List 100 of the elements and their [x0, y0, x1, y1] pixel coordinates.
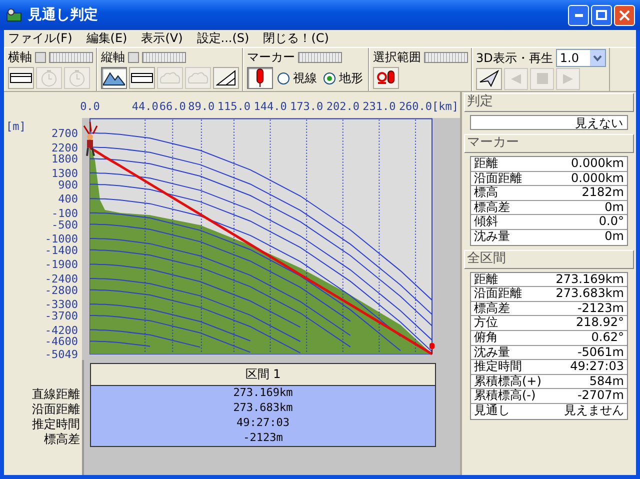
tool-button[interactable]	[373, 67, 399, 90]
radio-circle-icon	[323, 72, 336, 85]
radio-button[interactable]: 地形	[321, 70, 365, 86]
loop-pin-icon	[376, 70, 396, 86]
info-label: 沿面距離	[474, 172, 522, 186]
row-value: 273.683km	[232, 401, 294, 416]
close-button[interactable]	[614, 4, 635, 26]
radio-button[interactable]: 視線	[275, 70, 319, 86]
info-value: 0.0°	[598, 215, 624, 229]
menu-item[interactable]: 表示(V)	[141, 31, 183, 46]
clock-icon	[68, 69, 86, 88]
axis-tick-label: 231.0	[362, 100, 396, 113]
row-value: -2123m	[242, 431, 284, 446]
menu-item[interactable]: 閉じる！(C)	[263, 31, 329, 46]
maximize-icon	[596, 10, 607, 20]
toggle-button[interactable]	[35, 52, 46, 64]
hiker-icon	[83, 121, 98, 157]
axis-tick-label: 144.0	[254, 100, 287, 113]
info-value: -2707m	[577, 389, 624, 403]
tool-button[interactable]	[213, 67, 239, 90]
info-value: 0m	[604, 200, 624, 214]
row-value: 273.169km	[232, 386, 294, 401]
row-label: 直線距離	[31, 387, 80, 402]
axis-tick-label: -2800	[44, 284, 78, 297]
row-label: 標高差	[43, 432, 80, 447]
axis-tick-label: 173.0	[290, 100, 324, 113]
info-label: 俯角	[474, 330, 498, 345]
axis-tick-label: 2700	[52, 127, 78, 140]
axis-tick-label: 89.0	[188, 100, 215, 113]
axis-tick-label: 1800	[52, 152, 78, 166]
row-label: 沿面距離	[31, 402, 80, 417]
toolbar-group-label: 横軸	[8, 50, 32, 65]
info-label: 標高差	[474, 200, 510, 214]
slider-bar[interactable]	[298, 52, 342, 64]
axis-tick-label: 0.0	[80, 100, 100, 113]
axis-tick-label: -100	[52, 206, 78, 220]
row-value: 49:27:03	[236, 416, 290, 431]
tool-button[interactable]	[129, 67, 155, 90]
marker-pin-icon	[255, 68, 265, 88]
minimize-icon	[574, 14, 582, 16]
slider-bar[interactable]	[424, 52, 468, 64]
info-label: 推定時間	[474, 360, 522, 374]
section-header-button[interactable]: 判定	[464, 93, 634, 112]
close-icon	[619, 10, 630, 20]
app-icon	[5, 7, 23, 23]
axis-tick-label: -500	[52, 218, 78, 232]
row-label: 推定時間	[31, 417, 80, 432]
axis-tick-label: 1300	[52, 166, 78, 180]
stop-icon	[536, 73, 548, 84]
section-header-button[interactable]: 全区間	[464, 250, 634, 269]
cloud-icon	[187, 71, 209, 86]
slider-bar[interactable]	[142, 52, 186, 64]
axis-unit-label: [m]	[6, 120, 26, 133]
info-label: 累積標高(-)	[474, 389, 536, 403]
triangle-ruler-icon	[216, 70, 236, 86]
section-header: 区間 1	[90, 363, 436, 386]
info-value: 49:27:03	[570, 360, 624, 374]
tool-button[interactable]	[247, 67, 273, 90]
axis-tick-label: -4200	[44, 324, 78, 337]
section-header-button[interactable]: マーカー	[464, 134, 634, 153]
info-value: -5061m	[577, 346, 624, 360]
info-value: 273.683km	[556, 287, 624, 301]
minimize-button[interactable]	[568, 4, 589, 26]
play-back-icon	[510, 72, 522, 84]
axis-tick-label: -1400	[44, 244, 78, 257]
slider-bar[interactable]	[49, 52, 93, 64]
axis-tick-label: 202.0	[326, 100, 360, 113]
toolbar-group-label: 縦軸	[101, 50, 125, 65]
menu-item[interactable]: ファイル(F)	[8, 31, 72, 46]
tool-button[interactable]	[476, 68, 502, 90]
info-label: 距離	[474, 157, 498, 171]
clock-icon	[40, 69, 58, 88]
paper-plane-icon	[479, 70, 499, 88]
toolbar-group-label: マーカー	[247, 50, 295, 65]
axis-tick-label: 260.0	[398, 100, 432, 113]
axis-tick-label: -3300	[44, 298, 78, 312]
play-icon	[562, 72, 574, 84]
axis-tick-label: -4600	[44, 335, 78, 348]
maximize-button[interactable]	[591, 4, 612, 26]
axis-unit-label: [km]	[432, 100, 458, 113]
axis-tick-label: 2200	[52, 141, 78, 154]
axis-tick-label: 115.0	[217, 100, 251, 113]
ruler-icon	[131, 72, 153, 84]
target-pin-icon	[430, 343, 434, 354]
tool-button[interactable]	[101, 67, 127, 90]
ruler-icon	[10, 72, 32, 84]
axis-tick-label: -2400	[44, 272, 78, 286]
toggle-button[interactable]	[128, 52, 139, 64]
axis-tick-label: -1900	[44, 258, 78, 272]
info-label: 標高差	[474, 302, 510, 316]
axis-tick-label: -1000	[44, 232, 78, 246]
info-value: 273.169km	[556, 272, 624, 286]
cloud-icon	[159, 71, 181, 86]
info-label: 沈み量	[474, 346, 510, 360]
menu-item[interactable]: 編集(E)	[86, 31, 128, 46]
tool-button[interactable]	[8, 67, 34, 90]
toolbar-group-label: 3D表示・再生	[476, 50, 553, 66]
speed-select[interactable]: 1.0	[556, 49, 606, 67]
menu-item[interactable]: 設定...(S)	[196, 31, 250, 46]
axis-tick-label: -3700	[44, 310, 78, 323]
